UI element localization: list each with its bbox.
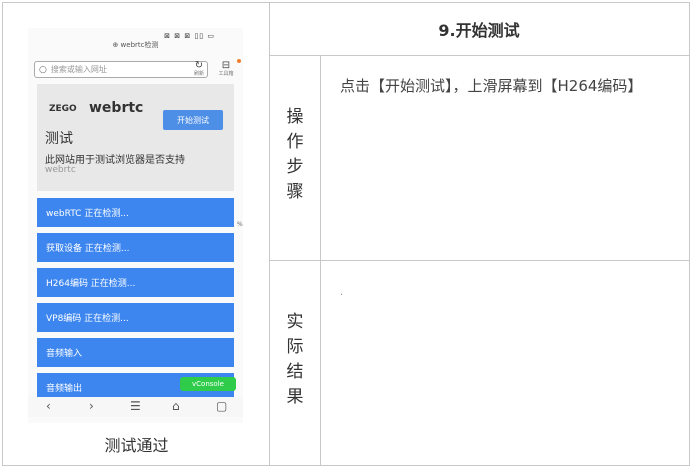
brand-logo: ZEGO	[49, 104, 77, 114]
steps-label-char: 操	[286, 107, 304, 127]
card-title: 测试	[45, 131, 73, 147]
side-indicator: %	[237, 221, 243, 228]
forward-icon[interactable]: ›	[89, 399, 94, 413]
card-description: 此网站用于测试浏览器是否支持	[45, 155, 185, 166]
result-label-char: 际	[286, 337, 304, 357]
back-icon[interactable]: ‹	[46, 399, 51, 413]
page-url: ⊕ webrtc检测	[112, 41, 159, 49]
intro-card: ZEGO webrtc 开始测试 测试 此网站用于测试浏览器是否支持 webrt…	[37, 84, 234, 191]
card-subtext: webrtc	[45, 165, 76, 175]
phone-screenshot: ⊠ ⊠ ⊠ ▯▯ ▭ ⊕ webrtc检测 ○ 搜索或输入网址 ↻ 刷新 ⊟ 工…	[28, 28, 243, 423]
search-input[interactable]: ○ 搜索或输入网址	[34, 61, 208, 78]
row-divider	[269, 55, 690, 56]
result-content: .	[340, 287, 344, 298]
search-placeholder: 搜索或输入网址	[50, 65, 107, 74]
result-label-char: 实	[286, 312, 304, 332]
toolbox-icon: ⊟	[221, 60, 231, 71]
screenshot-caption: 测试通过	[104, 436, 169, 455]
result-label: 实 际 结 果	[270, 300, 320, 420]
check-item-vp8[interactable]: VP8编码 正在检测...	[37, 303, 234, 332]
steps-label: 操 作 步 骤	[270, 95, 320, 215]
vconsole-button[interactable]: vConsole	[180, 377, 236, 391]
browser-navbar: ‹ › ☰ ⌂ ▢	[28, 397, 243, 417]
result-label-char: 果	[286, 387, 304, 407]
toolbox-label: 工具箱	[218, 71, 234, 77]
search-icon: ○	[39, 64, 47, 75]
refresh-button[interactable]: ↻ 刷新	[189, 60, 209, 77]
result-label-char: 结	[286, 362, 304, 382]
status-icons: ⊠ ⊠ ⊠ ▯▯ ▭	[164, 32, 215, 40]
notification-dot	[237, 59, 241, 63]
check-item-webrtc[interactable]: webRTC 正在检测...	[37, 198, 234, 227]
section-title: 9.开始测试	[438, 21, 520, 40]
tabs-icon[interactable]: ▢	[216, 399, 227, 413]
steps-label-char: 作	[286, 132, 304, 152]
refresh-label: 刷新	[193, 71, 204, 77]
status-bar: ⊠ ⊠ ⊠ ▯▯ ▭ ⊕ webrtc检测	[28, 28, 243, 50]
check-item-device[interactable]: 获取设备 正在检测...	[37, 233, 234, 262]
steps-label-char: 骤	[286, 182, 304, 202]
menu-icon[interactable]: ☰	[130, 399, 141, 413]
toolbox-button[interactable]: ⊟ 工具箱	[216, 60, 236, 77]
steps-label-char: 步	[286, 157, 304, 177]
check-item-audio-input[interactable]: 音频输入	[37, 338, 234, 367]
app-name: webrtc	[89, 100, 144, 116]
check-item-h264[interactable]: H264编码 正在检测...	[37, 268, 234, 297]
refresh-icon: ↻	[194, 60, 204, 71]
steps-content: 点击【开始测试】，上滑屏幕到【H264编码】	[340, 77, 643, 95]
row-divider	[269, 260, 690, 261]
home-icon[interactable]: ⌂	[172, 399, 180, 413]
start-test-button[interactable]: 开始测试	[163, 110, 223, 130]
